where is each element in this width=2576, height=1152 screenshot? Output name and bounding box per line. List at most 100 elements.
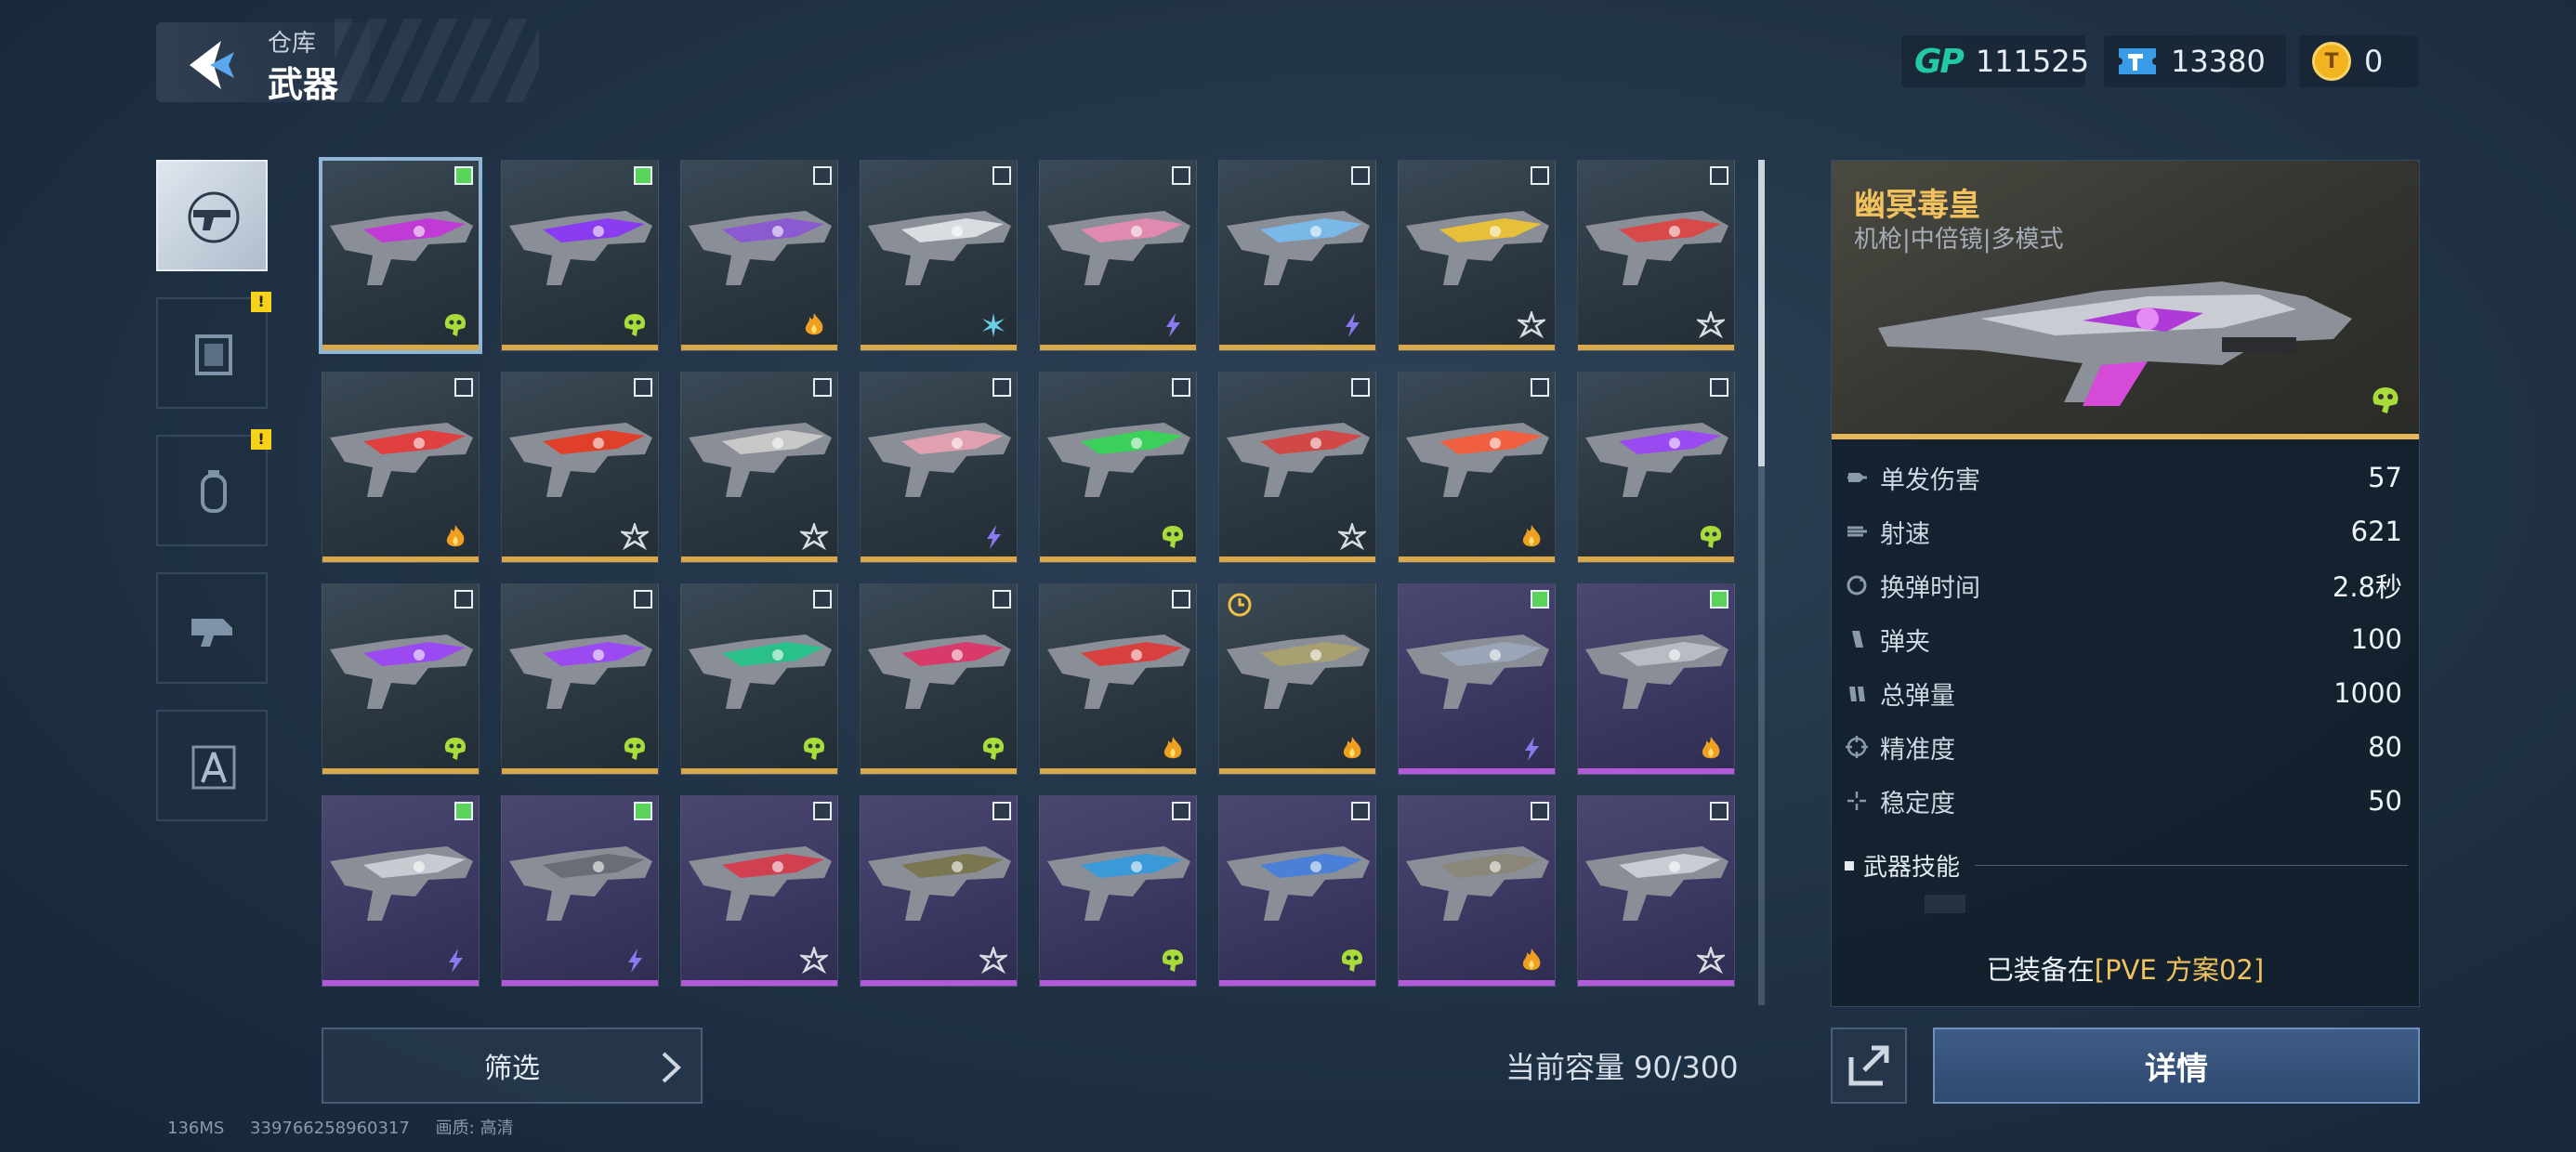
skill-slot[interactable]: [1925, 895, 1965, 913]
weapon-detail-panel: 幽冥毒皇 机枪|中倍镜|多模式 单发伤害 57 射速 621 换弹时间 2.8秒 弹夹 100…: [1831, 160, 2420, 1007]
select-checkbox[interactable]: [813, 378, 832, 397]
poison-element-icon: [1700, 526, 1722, 548]
select-checkbox[interactable]: [992, 166, 1011, 185]
category-weapons[interactable]: [156, 160, 268, 271]
stat-label: 单发伤害: [1880, 465, 1980, 495]
select-checkbox[interactable]: [1172, 166, 1190, 185]
select-checkbox[interactable]: [634, 378, 652, 397]
select-checkbox[interactable]: [992, 590, 1011, 609]
grid-scrollbar[interactable]: [1758, 160, 1765, 1005]
fire-element-icon: [1163, 737, 1182, 759]
weapon-card[interactable]: [860, 583, 1018, 775]
weapon-card[interactable]: [680, 795, 838, 987]
share-button[interactable]: [1831, 1028, 1907, 1104]
rarity-bar: [322, 345, 479, 350]
back-button[interactable]: [182, 35, 242, 95]
select-checkbox[interactable]: [813, 590, 832, 609]
weapon-card[interactable]: [1039, 372, 1197, 563]
weapon-image: [1585, 635, 1728, 709]
rarity-bar: [322, 980, 479, 986]
select-checkbox[interactable]: [1351, 802, 1370, 820]
filter-button[interactable]: 筛选: [322, 1028, 703, 1104]
select-checkbox[interactable]: [1172, 378, 1190, 397]
weapon-card[interactable]: [1039, 795, 1197, 987]
select-checkbox[interactable]: [634, 802, 652, 820]
weapon-card[interactable]: [1398, 372, 1556, 563]
rarity-bar: [1040, 768, 1196, 774]
weapon-card[interactable]: [319, 157, 482, 354]
weapon-card[interactable]: [1398, 583, 1556, 775]
weapon-card[interactable]: [860, 372, 1018, 563]
weapon-card[interactable]: [501, 583, 659, 775]
poison-element-icon: [444, 738, 467, 760]
scrollbar-thumb[interactable]: [1758, 160, 1765, 466]
select-checkbox[interactable]: [1710, 166, 1728, 185]
weapon-card[interactable]: [322, 583, 480, 775]
fire-element-icon: [446, 525, 465, 547]
select-checkbox[interactable]: [992, 802, 1011, 820]
weapon-card[interactable]: [1398, 160, 1556, 351]
gp-icon: GP: [1914, 42, 1965, 81]
weapon-card[interactable]: [1577, 583, 1735, 775]
stat-label: 弹夹: [1880, 627, 1930, 657]
select-checkbox[interactable]: [454, 590, 473, 609]
weapon-card[interactable]: [501, 160, 659, 351]
weapon-card[interactable]: [322, 795, 480, 987]
weapon-card[interactable]: [501, 372, 659, 563]
equipped-status: 已装备在[PVE 方案02]: [1832, 949, 2419, 988]
parts-icon: [191, 619, 232, 647]
weapon-card[interactable]: [1218, 372, 1376, 563]
weapon-card[interactable]: [860, 795, 1018, 987]
select-checkbox[interactable]: [1531, 802, 1549, 820]
select-checkbox[interactable]: [1531, 166, 1549, 185]
select-checkbox[interactable]: [1710, 378, 1728, 397]
weapon-card[interactable]: [322, 372, 480, 563]
select-checkbox[interactable]: [454, 802, 473, 820]
select-checkbox[interactable]: [1710, 590, 1728, 609]
weapon-card[interactable]: [501, 795, 659, 987]
details-button[interactable]: 详情: [1933, 1028, 2420, 1104]
select-checkbox[interactable]: [1710, 802, 1728, 820]
weapon-card[interactable]: [1218, 583, 1376, 775]
category-parts[interactable]: [156, 572, 268, 684]
weapon-card[interactable]: [1398, 795, 1556, 987]
select-checkbox[interactable]: [813, 802, 832, 820]
select-checkbox[interactable]: [1172, 802, 1190, 820]
stability-icon: [1847, 792, 1866, 810]
select-checkbox[interactable]: [992, 378, 1011, 397]
weapon-image: [1406, 211, 1549, 285]
poison-element-icon: [2372, 387, 2399, 413]
weapon-card[interactable]: [1039, 583, 1197, 775]
frost-element-icon: [621, 523, 649, 551]
category-grenades[interactable]: !: [156, 429, 271, 546]
weapon-card[interactable]: [680, 583, 838, 775]
weapon-card[interactable]: [680, 160, 838, 351]
category-blueprints[interactable]: [156, 710, 268, 821]
select-checkbox[interactable]: [454, 378, 473, 397]
stat-label: 换弹时间: [1880, 573, 1980, 603]
weapon-image: [509, 423, 652, 497]
weapon-image: [1047, 211, 1190, 285]
weapon-card[interactable]: [680, 372, 838, 563]
weapon-card[interactable]: [860, 160, 1018, 351]
select-checkbox[interactable]: [454, 166, 473, 185]
weapon-card[interactable]: [1577, 372, 1735, 563]
select-checkbox[interactable]: [1172, 590, 1190, 609]
select-checkbox[interactable]: [1351, 166, 1370, 185]
weapon-card[interactable]: [1218, 795, 1376, 987]
select-checkbox[interactable]: [634, 590, 652, 609]
frost-element-icon: [1338, 523, 1366, 551]
select-checkbox[interactable]: [634, 166, 652, 185]
weapon-card[interactable]: [1577, 160, 1735, 351]
weapon-card[interactable]: [1577, 795, 1735, 987]
quality-text: 高清: [480, 1119, 514, 1138]
select-checkbox[interactable]: [1531, 378, 1549, 397]
rarity-bar: [1399, 980, 1555, 986]
weapon-card[interactable]: [1039, 160, 1197, 351]
select-checkbox[interactable]: [1531, 590, 1549, 609]
select-checkbox[interactable]: [813, 166, 832, 185]
select-checkbox[interactable]: [1351, 378, 1370, 397]
weapon-card[interactable]: [1218, 160, 1376, 351]
category-frames[interactable]: !: [156, 292, 271, 409]
rarity-bar: [1578, 980, 1734, 986]
